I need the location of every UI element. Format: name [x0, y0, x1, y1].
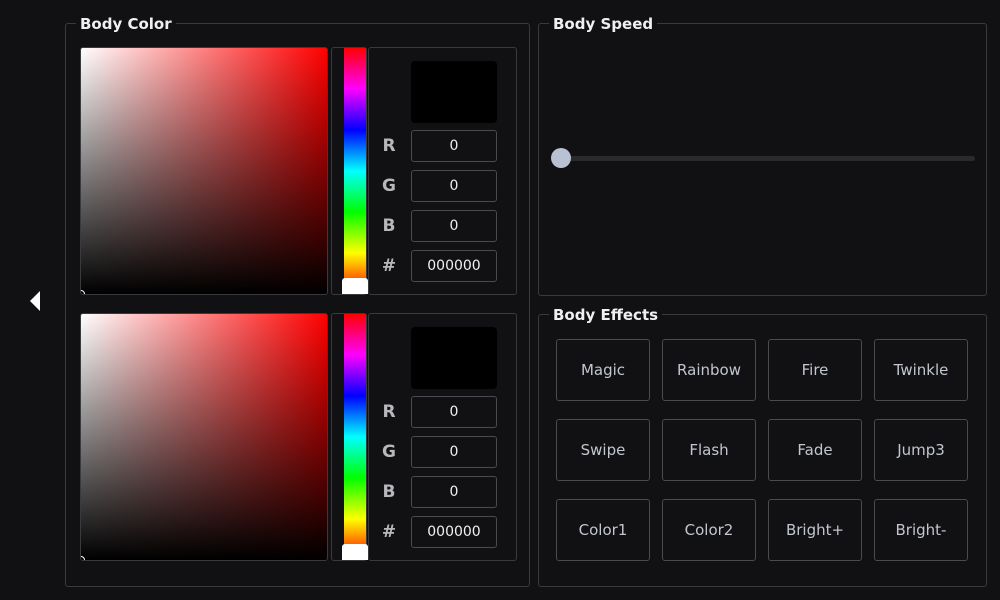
- g-label: G: [382, 442, 396, 462]
- color-picker-1: R G B #: [80, 47, 517, 297]
- color-swatch: [411, 327, 497, 389]
- hex-label: #: [381, 256, 397, 276]
- color-picker-2: R G B #: [80, 313, 517, 563]
- effect-bright-plus-button[interactable]: Bright+: [768, 499, 862, 561]
- b-label: B: [382, 216, 396, 236]
- hue-strip[interactable]: [344, 314, 366, 560]
- hue-slider: [331, 47, 368, 295]
- b-row: B: [379, 476, 507, 508]
- body-color-title: Body Color: [76, 15, 176, 33]
- body-color-group: Body Color R G B: [65, 15, 530, 587]
- controller-page: Body Color R G B: [0, 0, 1000, 600]
- g-row: G: [379, 436, 507, 468]
- r-label: R: [382, 402, 396, 422]
- effect-jump3-button[interactable]: Jump3: [874, 419, 968, 481]
- hex-row: #: [379, 250, 507, 282]
- hex-input[interactable]: [411, 250, 497, 282]
- color-values-panel: R G B #: [368, 313, 517, 561]
- saturation-value-area[interactable]: [80, 47, 328, 295]
- r-input[interactable]: [411, 396, 497, 428]
- hex-label: #: [381, 522, 397, 542]
- effect-swipe-button[interactable]: Swipe: [556, 419, 650, 481]
- body-speed-group: Body Speed: [538, 15, 987, 296]
- color-values-panel: R G B #: [368, 47, 517, 295]
- sv-handle[interactable]: [81, 556, 85, 560]
- caret-left-icon[interactable]: [28, 290, 42, 312]
- effect-color2-button[interactable]: Color2: [662, 499, 756, 561]
- effect-bright-minus-button[interactable]: Bright-: [874, 499, 968, 561]
- hex-row: #: [379, 516, 507, 548]
- r-label: R: [382, 136, 396, 156]
- b-input[interactable]: [411, 476, 497, 508]
- saturation-value-area[interactable]: [80, 313, 328, 561]
- g-input[interactable]: [411, 436, 497, 468]
- hue-strip[interactable]: [344, 48, 366, 294]
- body-speed-title: Body Speed: [549, 15, 658, 33]
- g-row: G: [379, 170, 507, 202]
- speed-slider-thumb[interactable]: [551, 148, 571, 168]
- effect-magic-button[interactable]: Magic: [556, 339, 650, 401]
- hue-handle[interactable]: [342, 544, 368, 560]
- effect-twinkle-button[interactable]: Twinkle: [874, 339, 968, 401]
- r-input[interactable]: [411, 130, 497, 162]
- b-row: B: [379, 210, 507, 242]
- b-input[interactable]: [411, 210, 497, 242]
- g-input[interactable]: [411, 170, 497, 202]
- effect-rainbow-button[interactable]: Rainbow: [662, 339, 756, 401]
- b-label: B: [382, 482, 396, 502]
- effects-grid: Magic Rainbow Fire Twinkle Swipe Flash F…: [556, 339, 970, 563]
- r-row: R: [379, 130, 507, 162]
- effect-color1-button[interactable]: Color1: [556, 499, 650, 561]
- r-row: R: [379, 396, 507, 428]
- speed-slider-track[interactable]: [561, 156, 975, 161]
- body-effects-title: Body Effects: [549, 306, 663, 324]
- body-effects-group: Body Effects Magic Rainbow Fire Twinkle …: [538, 306, 987, 587]
- hue-handle[interactable]: [342, 278, 368, 294]
- g-label: G: [382, 176, 396, 196]
- hex-input[interactable]: [411, 516, 497, 548]
- effect-fire-button[interactable]: Fire: [768, 339, 862, 401]
- sv-handle[interactable]: [81, 290, 85, 294]
- color-swatch: [411, 61, 497, 123]
- hue-slider: [331, 313, 368, 561]
- effect-fade-button[interactable]: Fade: [768, 419, 862, 481]
- effect-flash-button[interactable]: Flash: [662, 419, 756, 481]
